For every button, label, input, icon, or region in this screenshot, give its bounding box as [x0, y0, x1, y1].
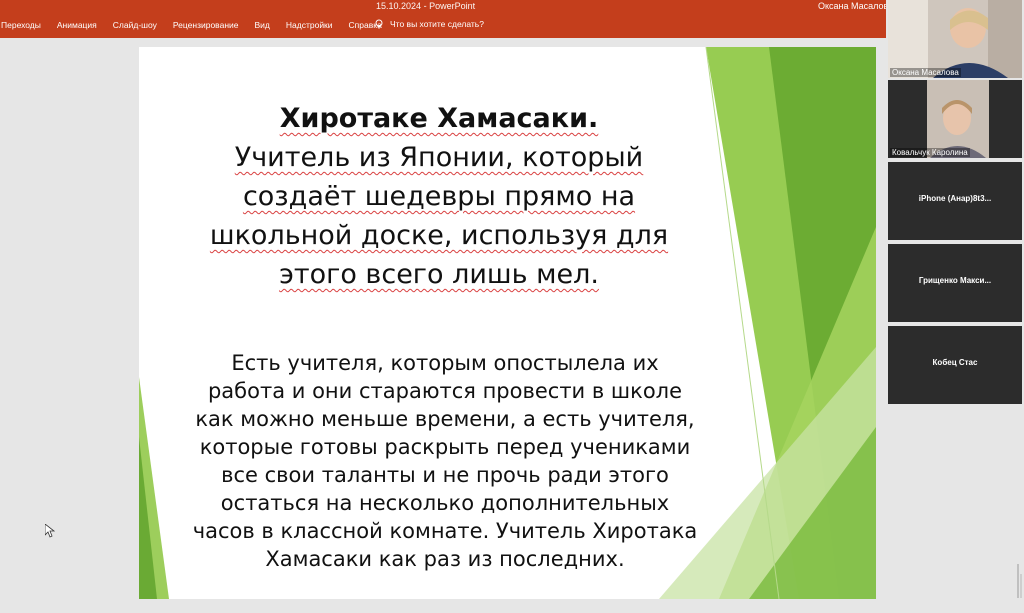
participant-name: Кобец Стас — [932, 358, 978, 367]
tab-slideshow[interactable]: Слайд-шоу — [105, 20, 165, 30]
participant-tile[interactable]: Грищенко Макси... — [888, 244, 1022, 322]
participant-tile[interactable]: Оксана Масалова — [888, 0, 1022, 78]
slide-body-line: часов в классной комнате. Учитель Хирота… — [192, 519, 698, 543]
window-title-separator: - — [423, 1, 427, 11]
slide-body-line: Хамасаки как раз из последних. — [265, 547, 625, 571]
tab-review[interactable]: Рецензирование — [165, 20, 247, 30]
presentation-slide[interactable]: Хиротаке Хамасаки. Учитель из Японии, ко… — [139, 47, 876, 599]
participant-name: iPhone (Анар)8t3... — [918, 194, 992, 203]
participant-tile[interactable]: Ковальчук Каролина — [888, 80, 1022, 158]
participant-video — [888, 80, 1022, 158]
participant-name: Ковальчук Каролина — [890, 148, 970, 157]
slide-body-text: Есть учителя, которым опостылела их рабо… — [185, 349, 705, 573]
window-title: 15.10.2024 - PowerPoint — [376, 1, 475, 11]
app-title-bar: 15.10.2024 - PowerPoint Оксана Масалова … — [0, 0, 886, 38]
tab-view[interactable]: Вид — [247, 20, 278, 30]
slide-body-line: как можно меньше времени, а есть учителя… — [195, 407, 695, 431]
tell-me-placeholder: Что вы хотите сделать? — [390, 19, 484, 29]
slide-title-line: школьной доске, используя для — [209, 220, 669, 251]
slide-title-line: создаёт шедевры прямо на — [242, 181, 636, 212]
slide-title-heading: Хиротаке Хамасаки. — [279, 103, 599, 134]
lightbulb-icon — [375, 19, 383, 29]
tab-addins[interactable]: Надстройки — [278, 20, 341, 30]
participant-video — [888, 0, 1022, 78]
tab-transitions[interactable]: Переходы — [0, 20, 49, 30]
participant-tile[interactable]: iPhone (Анар)8t3... — [888, 162, 1022, 240]
slide-title-line: этого всего лишь мел. — [279, 259, 599, 290]
mouse-pointer-icon — [45, 524, 55, 538]
slide-body-line: все свои таланты и не прочь ради этого — [221, 463, 669, 487]
ribbon-tabs: Переходы Анимация Слайд-шоу Рецензирован… — [0, 20, 390, 30]
tab-animations[interactable]: Анимация — [49, 20, 105, 30]
window-edge-decoration — [1017, 564, 1022, 598]
participant-name: Оксана Масалова — [890, 68, 961, 77]
slide-body-line: Есть учителя, которым опостылела их — [231, 351, 659, 375]
participant-tile[interactable]: Кобец Стас — [888, 326, 1022, 404]
slide-body-line: которые готовы раскрыть перед учениками — [199, 435, 691, 459]
slide-title: Хиротаке Хамасаки. Учитель из Японии, ко… — [179, 99, 699, 294]
tell-me-search[interactable]: Что вы хотите сделать? — [374, 19, 484, 29]
participants-panel: Оксана Масалова Ковальчук Каролина iPhon… — [886, 0, 1024, 613]
window-date: 15.10.2024 — [376, 1, 422, 11]
account-name[interactable]: Оксана Масалова — [818, 1, 886, 11]
participant-name: Грищенко Макси... — [918, 276, 992, 285]
slide-body-line: работа и они стараются провести в школе — [207, 379, 683, 403]
window-app-name: PowerPoint — [429, 1, 476, 11]
slide-title-line: Учитель из Японии, который — [234, 142, 644, 173]
slide-body-line: остаться на несколько дополнительных — [220, 491, 670, 515]
